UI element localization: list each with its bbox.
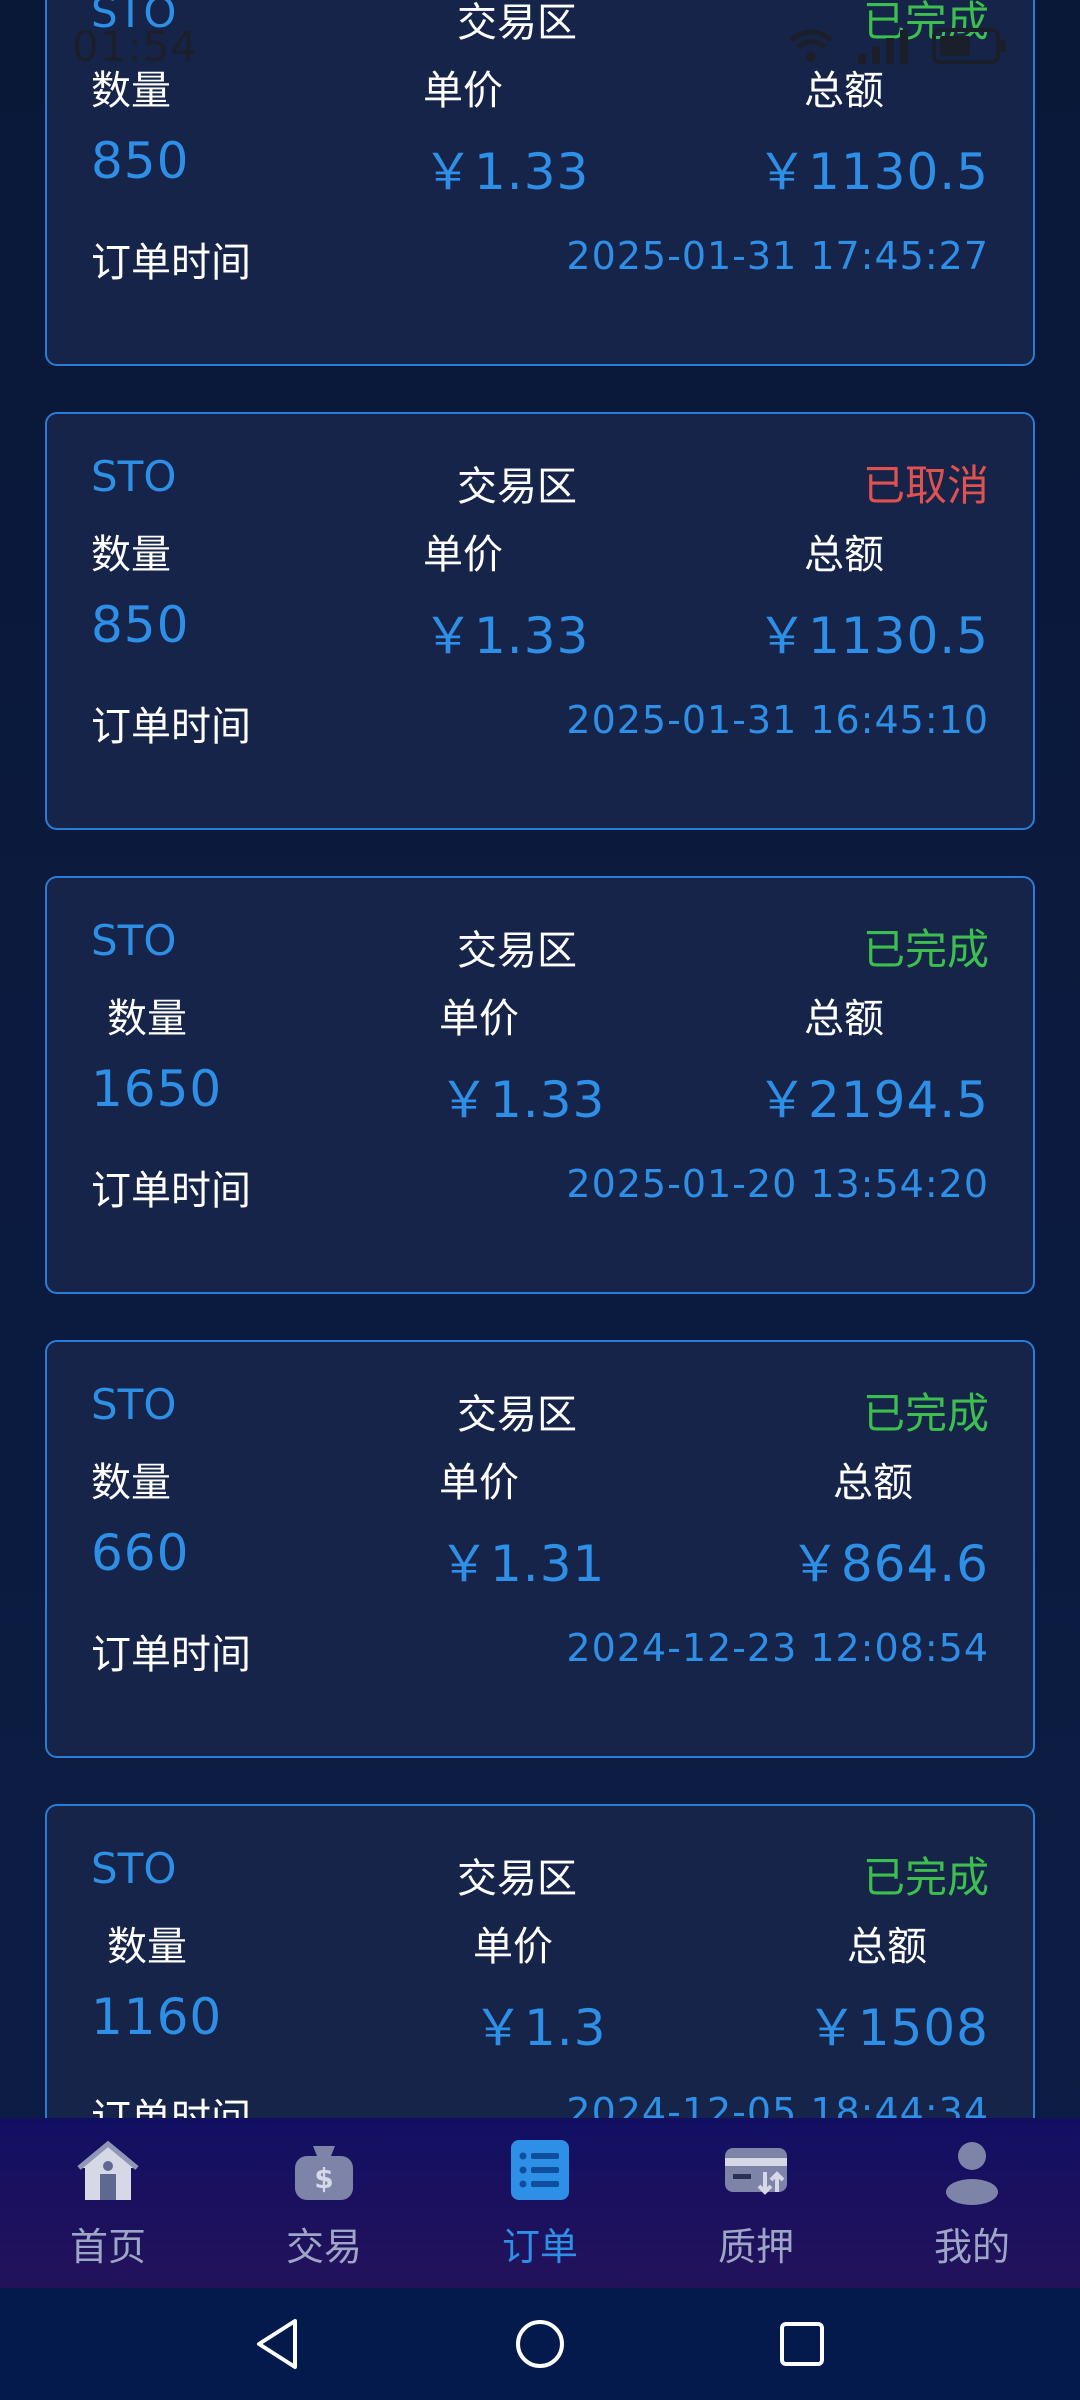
order-symbol: STO <box>91 452 177 501</box>
total-label: 总额 <box>804 996 884 1042</box>
order-time-label: 订单时间 <box>91 704 251 750</box>
total-label: 总额 <box>847 1924 927 1970</box>
order-time-label: 订单时间 <box>91 1632 251 1678</box>
total-label: 总额 <box>804 68 884 114</box>
unit-price-value: ￥1.33 <box>423 143 590 201</box>
unit-price-value: ￥1.3 <box>473 1999 607 2057</box>
order-status: 已完成 <box>862 1853 989 1902</box>
quantity-label: 数量 <box>91 1460 171 1506</box>
nav-label-home: 首页 <box>69 2224 146 2269</box>
unit-price-value: ￥1.33 <box>439 1071 606 1129</box>
order-status: 已完成 <box>862 1389 989 1438</box>
money-bag-icon: $ <box>295 2145 353 2200</box>
order-zone: 交易区 <box>457 464 577 510</box>
unit-price-label: 单价 <box>423 532 503 578</box>
order-status: 已取消 <box>862 461 989 510</box>
nav-label-pledge: 质押 <box>717 2224 794 2269</box>
order-card[interactable]: STO 交易区 已完成 数量 单价 总额 1650 ￥1.33 ￥2194.5 … <box>45 876 1035 1294</box>
quantity-value: 850 <box>91 596 190 654</box>
quantity-value: 850 <box>91 132 190 190</box>
quantity-value: 1650 <box>91 1060 223 1118</box>
total-value: ￥1130.5 <box>757 607 989 665</box>
quantity-label: 数量 <box>107 996 187 1042</box>
total-value: ￥1508 <box>806 1999 989 2057</box>
order-symbol: STO <box>91 1380 177 1429</box>
nav-item-profile[interactable]: 我的 <box>872 2136 1072 2271</box>
unit-price-label: 单价 <box>439 996 519 1042</box>
order-time-value: 2025-01-31 16:45:10 <box>566 698 989 742</box>
quantity-value: 660 <box>91 1524 190 1582</box>
pledge-card-icon <box>725 2147 787 2195</box>
svg-text:$: $ <box>314 2162 333 2195</box>
home-icon <box>77 2140 139 2200</box>
order-zone: 交易区 <box>457 1856 577 1902</box>
quantity-label: 数量 <box>91 68 171 114</box>
nav-item-orders[interactable]: 订单 <box>440 2136 640 2271</box>
nav-item-home[interactable]: 首页 <box>8 2136 208 2271</box>
order-time-value: 2025-01-20 13:54:20 <box>566 1162 989 1206</box>
back-icon[interactable] <box>253 2317 303 2371</box>
quantity-label: 数量 <box>107 1924 187 1970</box>
nav-label-orders: 订单 <box>501 2224 578 2269</box>
order-card[interactable]: STO 交易区 已取消 数量 单价 总额 850 ￥1.33 ￥1130.5 订… <box>45 412 1035 830</box>
unit-price-label: 单价 <box>473 1924 553 1970</box>
order-status: 已完成 <box>862 925 989 974</box>
total-label: 总额 <box>804 532 884 578</box>
order-zone: 交易区 <box>457 928 577 974</box>
order-list-icon <box>511 2139 569 2200</box>
order-time-value: 2025-01-31 17:45:27 <box>566 234 989 278</box>
order-time-label: 订单时间 <box>91 240 251 286</box>
unit-price-label: 单价 <box>423 68 503 114</box>
order-symbol: STO <box>91 916 177 965</box>
order-status: 已完成 <box>862 0 989 46</box>
unit-price-label: 单价 <box>439 1460 519 1506</box>
quantity-label: 数量 <box>91 532 171 578</box>
profile-icon <box>946 2141 998 2205</box>
nav-label-trade: 交易 <box>285 2224 362 2269</box>
order-symbol: STO <box>91 1844 177 1893</box>
total-value: ￥1130.5 <box>757 143 989 201</box>
order-time-label: 订单时间 <box>91 1168 251 1214</box>
order-card[interactable]: STO 交易区 已完成 数量 单价 总额 660 ￥1.31 ￥864.6 订单… <box>45 1340 1035 1758</box>
home-circle-icon[interactable] <box>513 2317 567 2371</box>
order-symbol: STO <box>91 0 177 37</box>
total-value: ￥2194.5 <box>757 1071 989 1129</box>
total-value: ￥864.6 <box>789 1535 989 1593</box>
nav-item-pledge[interactable]: 质押 <box>656 2136 856 2271</box>
order-time-value: 2024-12-23 12:08:54 <box>566 1626 989 1670</box>
order-zone: 交易区 <box>457 1392 577 1438</box>
system-nav-bar <box>0 2288 1080 2400</box>
total-label: 总额 <box>833 1460 913 1506</box>
quantity-value: 1160 <box>91 1988 223 2046</box>
nav-item-trade[interactable]: $ 交易 <box>224 2136 424 2271</box>
unit-price-value: ￥1.33 <box>423 607 590 665</box>
order-card[interactable]: STO 交易区 已完成 数量 单价 总额 850 ￥1.33 ￥1130.5 订… <box>45 0 1035 366</box>
order-zone: 交易区 <box>457 0 577 46</box>
nav-label-profile: 我的 <box>933 2224 1010 2269</box>
recents-icon[interactable] <box>777 2319 827 2369</box>
bottom-nav: 首页 $ 交易 订单 质押 我的 <box>0 2118 1080 2288</box>
orders-screen: 01:54 STO 交易区 已完成 数量 单价 总额 850 ￥1.33 ￥11… <box>0 0 1080 2400</box>
unit-price-value: ￥1.31 <box>439 1535 606 1593</box>
